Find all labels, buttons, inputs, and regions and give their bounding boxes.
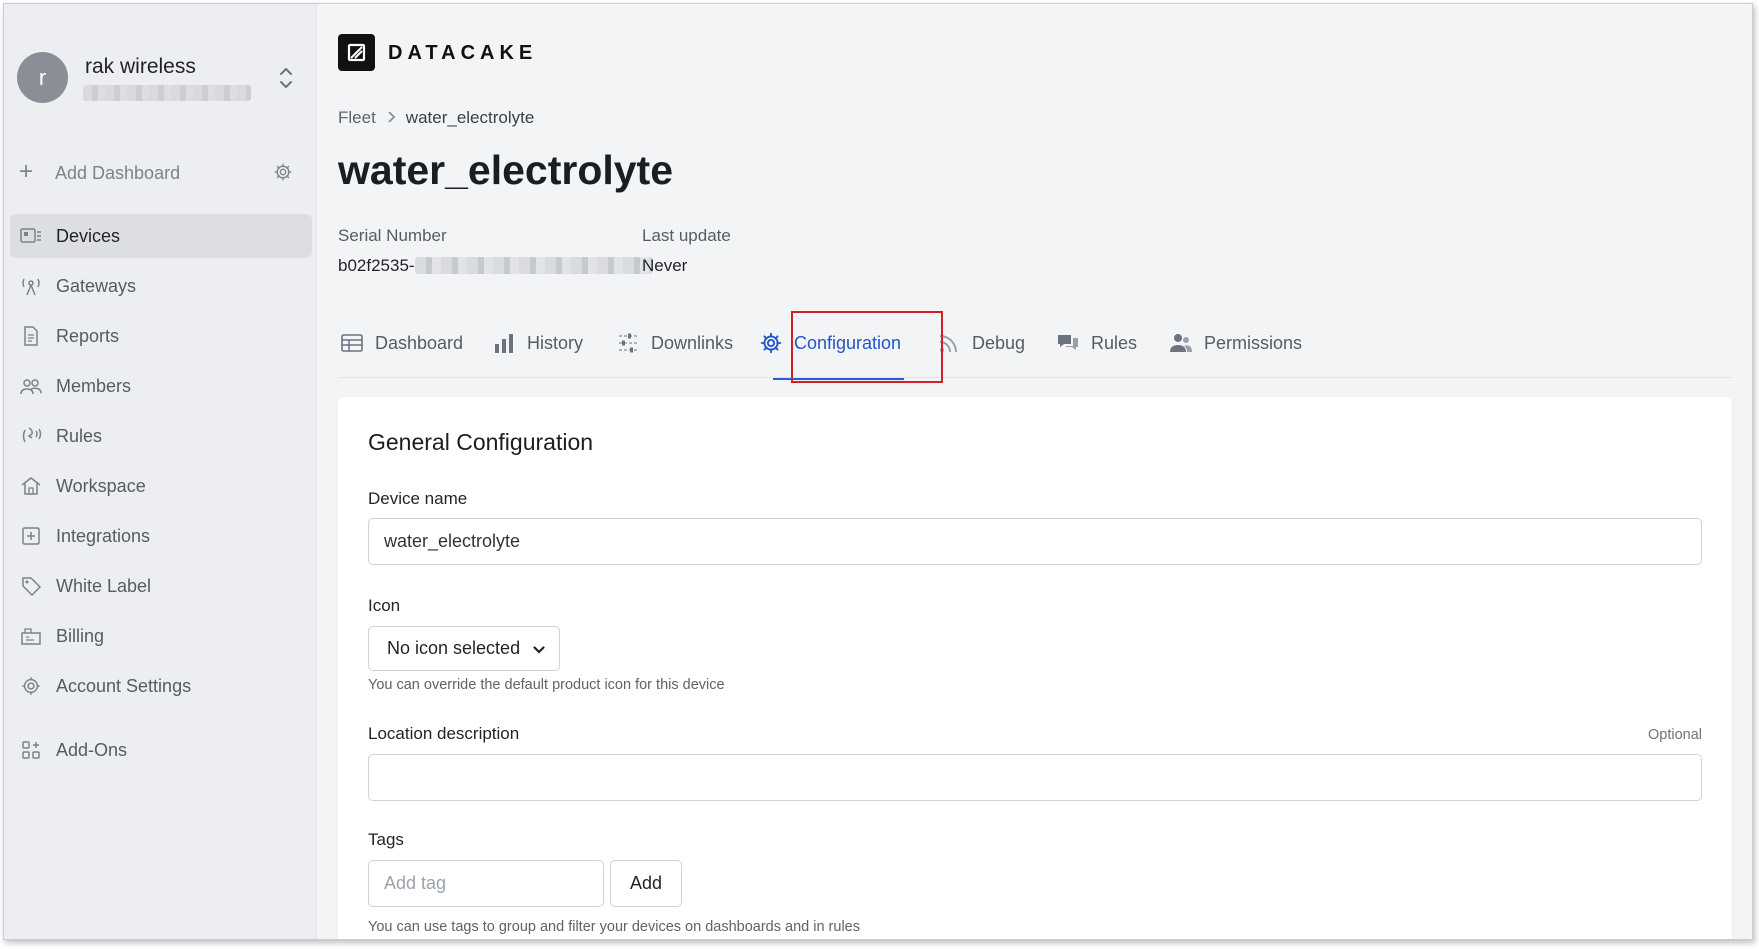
- chevron-up-down-icon[interactable]: [277, 64, 295, 92]
- device-card-icon: [20, 225, 42, 247]
- device-name-label: Device name: [368, 489, 468, 508]
- sidebar-item-account-settings[interactable]: Account Settings: [10, 664, 312, 708]
- breadcrumb-fleet-link[interactable]: Fleet: [338, 108, 376, 127]
- plus-square-icon: [20, 525, 42, 547]
- highlight-box: [791, 311, 943, 383]
- general-configuration-card: General Configuration Device name water_…: [338, 397, 1732, 939]
- breadcrumb-current: water_electrolyte: [405, 108, 535, 127]
- gear-icon: [20, 675, 42, 697]
- sidebar: r rak wireless + Add Dashboard Devices G…: [4, 4, 317, 939]
- tag-input[interactable]: Add tag: [368, 860, 604, 907]
- sidebar-item-label: Rules: [56, 426, 103, 446]
- gear-icon[interactable]: [273, 162, 293, 182]
- sidebar-item-label: White Label: [56, 576, 152, 596]
- users-icon: [1170, 332, 1192, 354]
- tags-help-text: You can use tags to group and filter you…: [368, 919, 860, 935]
- serial-number-text: b02f2535-: [338, 256, 415, 275]
- sidebar-item-billing[interactable]: Billing: [10, 614, 312, 658]
- tab-label: Downlinks: [651, 333, 734, 353]
- icon-label: Icon: [368, 596, 401, 615]
- sidebar-item-workspace[interactable]: Workspace: [10, 464, 312, 508]
- serial-number-value: b02f2535-: [338, 256, 653, 276]
- chevron-down-icon: [533, 640, 545, 654]
- sidebar-item-white-label[interactable]: White Label: [10, 564, 312, 608]
- workspace-name: rak wireless: [85, 55, 196, 78]
- sidebar-item-label: Add-Ons: [56, 740, 128, 760]
- sidebar-item-devices[interactable]: Devices: [10, 214, 312, 258]
- sidebar-item-gateways[interactable]: Gateways: [10, 264, 312, 308]
- rules-signal-icon: [20, 425, 42, 447]
- chevron-right-icon: [386, 108, 396, 128]
- workspace-subtitle-redacted: [83, 85, 251, 101]
- sidebar-item-add-ons[interactable]: Add-Ons: [10, 728, 312, 772]
- nav-divider: [10, 714, 312, 728]
- sidebar-item-integrations[interactable]: Integrations: [10, 514, 312, 558]
- bar-chart-icon: [493, 332, 515, 354]
- app-window: r rak wireless + Add Dashboard Devices G…: [3, 3, 1753, 940]
- sidebar-item-label: Workspace: [56, 476, 146, 496]
- location-description-label: Location description: [368, 724, 520, 743]
- serial-number-label: Serial Number: [338, 226, 447, 245]
- addons-grid-icon: [20, 739, 42, 761]
- last-update-block: Last update Never: [642, 226, 731, 276]
- add-dashboard-button[interactable]: Add Dashboard: [55, 163, 180, 184]
- tags-label: Tags: [368, 830, 404, 849]
- logo-mark-icon: [338, 34, 375, 71]
- sidebar-item-label: Account Settings: [56, 676, 192, 696]
- sidebar-item-label: Members: [56, 376, 132, 396]
- add-tag-button[interactable]: Add: [610, 860, 682, 907]
- sidebar-item-reports[interactable]: Reports: [10, 314, 312, 358]
- sidebar-item-label: Integrations: [56, 526, 151, 546]
- sidebar-item-label: Reports: [56, 326, 120, 346]
- sidebar-nav: Devices Gateways Reports Members Rules W…: [10, 214, 312, 778]
- comments-icon: [1057, 332, 1079, 354]
- icon-help-text: You can override the default product ico…: [368, 677, 725, 693]
- last-update-value: Never: [642, 256, 688, 275]
- location-description-input[interactable]: [368, 754, 1702, 801]
- tab-label: Dashboard: [375, 333, 464, 353]
- icon-select-value: No icon selected: [387, 638, 521, 658]
- main-content: DATACAKE Fleet water_electrolyte water_el…: [318, 4, 1752, 939]
- sidebar-item-members[interactable]: Members: [10, 364, 312, 408]
- serial-number-block: Serial Number b02f2535-: [338, 226, 653, 276]
- table-icon: [341, 332, 363, 354]
- serial-redacted: [414, 257, 653, 274]
- users-icon: [20, 375, 42, 397]
- gateway-antenna-icon: [20, 275, 42, 297]
- plus-icon[interactable]: +: [19, 158, 33, 186]
- last-update-label: Last update: [642, 226, 731, 245]
- tab-label: Debug: [972, 333, 1026, 353]
- page-title: water_electrolyte: [338, 147, 674, 193]
- section-heading: General Configuration: [368, 429, 594, 455]
- tab-label: Rules: [1091, 333, 1138, 353]
- gear-icon: [760, 332, 782, 354]
- logo-text: DATACAKE: [388, 42, 538, 64]
- device-name-input[interactable]: water_electrolyte: [368, 518, 1702, 565]
- avatar: r: [17, 52, 68, 103]
- sidebar-item-label: Gateways: [56, 276, 137, 296]
- optional-hint: Optional: [1647, 727, 1702, 743]
- home-icon: [20, 475, 42, 497]
- icon-select[interactable]: No icon selected: [368, 626, 560, 671]
- document-icon: [20, 325, 42, 347]
- add-dashboard-row: + Add Dashboard: [19, 158, 304, 188]
- breadcrumb: Fleet water_electrolyte: [338, 108, 534, 128]
- workspace-switcher[interactable]: r rak wireless: [17, 52, 307, 108]
- billing-icon: [20, 625, 42, 647]
- sliders-icon: [617, 332, 639, 354]
- sidebar-item-label: Billing: [56, 626, 105, 646]
- sidebar-item-label: Devices: [56, 226, 121, 246]
- tag-icon: [20, 575, 42, 597]
- tab-label: History: [527, 333, 584, 353]
- sidebar-item-rules[interactable]: Rules: [10, 414, 312, 458]
- tab-label: Permissions: [1204, 333, 1303, 353]
- device-tabs: Dashboard History Downlinks Configuratio…: [338, 314, 1732, 380]
